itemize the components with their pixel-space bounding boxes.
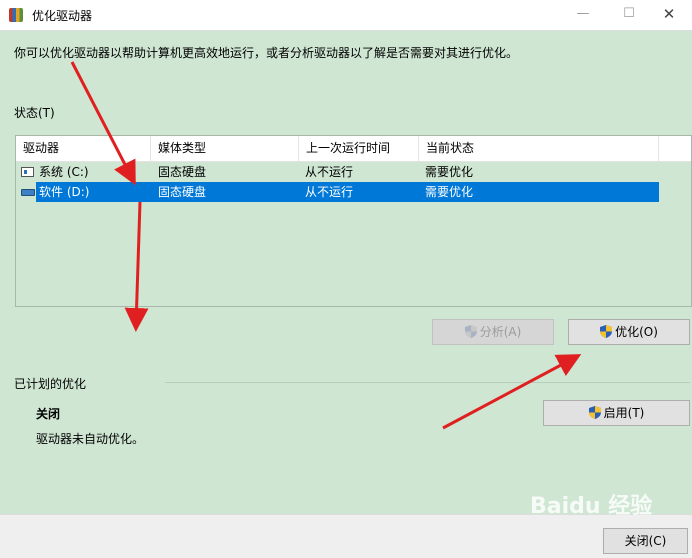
schedule-status: 关闭 [36,407,61,421]
current-status: 需要优化 [425,165,474,179]
drive-list[interactable]: 驱动器 媒体类型 上一次运行时间 当前状态 系统 (C:) 固态硬盘 从不运行 … [15,135,692,307]
system-drive-icon [21,167,34,177]
column-header-media-type[interactable]: 媒体类型 [151,136,299,161]
analyze-button[interactable]: 分析(A) [432,319,554,345]
enable-button-label: 启用(T) [603,406,645,420]
drive-row-c[interactable]: 系统 (C:) 固态硬盘 从不运行 需要优化 [16,162,661,182]
drive-row-d[interactable]: 软件 (D:) 固态硬盘 从不运行 需要优化 [36,182,659,202]
uac-shield-icon [588,406,601,419]
defrag-app-icon [9,8,23,22]
intro-text: 你可以优化驱动器以帮助计算机更高效地运行，或者分析驱动器以了解是否需要对其进行优… [14,46,519,60]
close-button[interactable]: 关闭(C) [603,528,688,554]
column-header-last-run[interactable]: 上一次运行时间 [299,136,419,161]
drive-icon [21,189,35,196]
column-header-drive[interactable]: 驱动器 [16,136,151,161]
media-type: 固态硬盘 [158,185,207,199]
minimize-button[interactable]: — [560,0,606,30]
analyze-button-label: 分析(A) [479,325,522,339]
list-header: 驱动器 媒体类型 上一次运行时间 当前状态 [16,136,691,162]
uac-shield-icon [600,325,613,338]
close-window-button[interactable]: ✕ [646,0,692,30]
optimize-button[interactable]: 优化(O) [568,319,690,345]
status-section-label: 状态(T) [14,106,55,120]
last-run: 从不运行 [305,185,354,199]
section-divider [165,382,690,383]
last-run: 从不运行 [305,165,354,179]
dialog-footer [0,514,692,558]
media-type: 固态硬盘 [158,165,207,179]
current-status: 需要优化 [425,185,474,199]
uac-shield-icon [464,325,477,338]
drive-name: 软件 (D:) [39,185,90,199]
watermark: Baidu 经验 [530,494,653,519]
column-header-current-status[interactable]: 当前状态 [419,136,659,161]
drive-name: 系统 (C:) [39,165,89,179]
schedule-description: 驱动器未自动优化。 [36,432,145,446]
window-title: 优化驱动器 [32,9,93,23]
scheduled-optimization-label: 已计划的优化 [14,377,87,391]
title-bar: 优化驱动器 — ☐ ✕ [0,0,692,31]
optimize-button-label: 优化(O) [615,325,658,339]
enable-button[interactable]: 启用(T) [543,400,690,426]
